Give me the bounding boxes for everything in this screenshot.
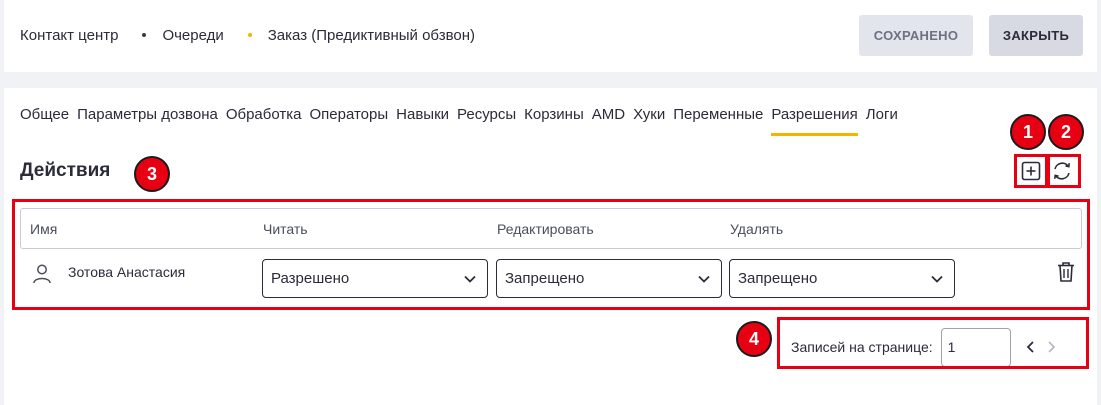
annotation-marker-2: 2: [1048, 114, 1084, 150]
breadcrumb-item-contact-center[interactable]: Контакт центр: [20, 27, 118, 44]
breadcrumb-separator-dot: [142, 32, 147, 37]
annotation-marker-1: 1: [1010, 114, 1046, 150]
breadcrumb-item-queues[interactable]: Очереди: [162, 27, 223, 44]
annotation-box-table: [12, 199, 1090, 310]
annotation-marker-4: 4: [736, 321, 772, 357]
breadcrumb: Контакт центр Очереди Заказ (Предиктивны…: [20, 27, 475, 44]
section-title: Действия: [20, 160, 111, 181]
close-button[interactable]: ЗАКРЫТЬ: [989, 15, 1083, 56]
breadcrumb-separator-dot-active: [247, 32, 252, 37]
tab-variables[interactable]: Переменные: [673, 106, 763, 136]
tab-amd[interactable]: AMD: [592, 106, 625, 136]
tab-skills[interactable]: Навыки: [396, 106, 449, 136]
tab-baskets[interactable]: Корзины: [524, 106, 584, 136]
tab-resources[interactable]: Ресурсы: [457, 106, 516, 136]
tab-general[interactable]: Общее: [20, 106, 69, 136]
tab-operators[interactable]: Операторы: [309, 106, 388, 136]
annotation-box-add: [1014, 154, 1048, 188]
tab-permissions[interactable]: Разрешения: [771, 106, 858, 136]
tab-dial-params[interactable]: Параметры дозвона: [77, 106, 218, 136]
saved-button[interactable]: СОХРАНЕНО: [859, 15, 973, 56]
header-bar: Контакт центр Очереди Заказ (Предиктивны…: [4, 0, 1097, 72]
tab-processing[interactable]: Обработка: [226, 106, 302, 136]
annotation-marker-3: 3: [134, 156, 170, 192]
breadcrumb-item-current: Заказ (Предиктивный обзвон): [267, 27, 475, 44]
tab-hooks[interactable]: Хуки: [633, 106, 665, 136]
annotation-box-pagination: [777, 317, 1089, 369]
tab-bar: Общее Параметры дозвона Обработка Операт…: [20, 106, 906, 136]
annotation-box-refresh: [1047, 154, 1081, 188]
tab-logs[interactable]: Логи: [866, 106, 898, 136]
